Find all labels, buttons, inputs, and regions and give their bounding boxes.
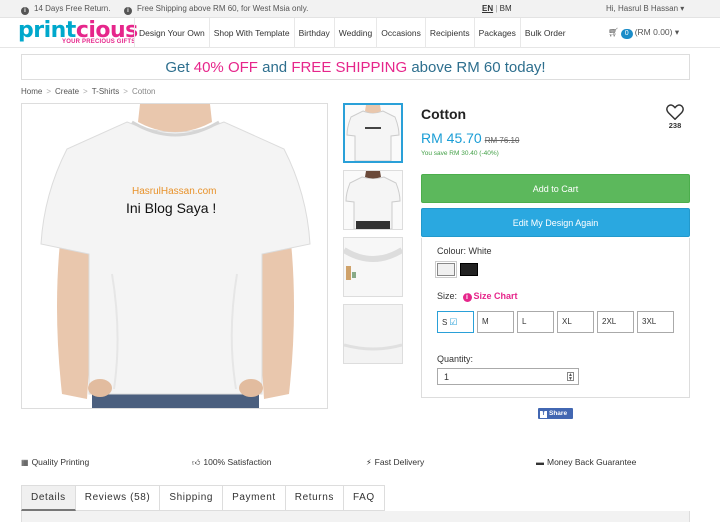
breadcrumb-create[interactable]: Create: [55, 87, 79, 96]
caret-down-icon: ▾: [680, 4, 685, 13]
free-shipping-notice: i Free Shipping above RM 60, for West Msi…: [124, 4, 308, 15]
size-option-l[interactable]: L: [517, 311, 554, 333]
size-option-m[interactable]: M: [477, 311, 514, 333]
thumbnail-back[interactable]: [343, 170, 403, 230]
money-icon: ▬: [536, 458, 544, 467]
quantity-label: Quantity:: [437, 354, 474, 364]
tab-reviews[interactable]: Reviews (58): [75, 485, 161, 511]
nav-item-design-your-own[interactable]: Design Your Own: [134, 18, 209, 48]
nav-item-packages[interactable]: Packages: [473, 18, 520, 48]
nav-item-recipients[interactable]: Recipients: [424, 18, 474, 48]
size-option-3xl[interactable]: 3XL: [637, 311, 674, 333]
size-label: Size:: [437, 291, 458, 301]
size-option-xl[interactable]: XL: [557, 311, 594, 333]
tab-payment[interactable]: Payment: [223, 485, 286, 511]
breadcrumb-home[interactable]: Home: [21, 87, 42, 96]
language-switcher: EN | BM: [482, 4, 512, 13]
caret-down-icon: ▾: [674, 27, 680, 37]
feature-money-back: ▬ Money Back Guarantee: [536, 457, 637, 467]
breadcrumb-current: Cotton: [131, 87, 156, 96]
thumbs-up-icon: 👍︎: [192, 458, 201, 467]
colour-swatch-black[interactable]: [460, 263, 478, 276]
lang-en-link[interactable]: EN: [482, 4, 493, 13]
colour-swatch-white[interactable]: [435, 261, 457, 278]
nav-menu: Design Your Own Shop With Template Birth…: [134, 18, 570, 48]
wishlist-count: 238: [668, 121, 682, 130]
cart-count-badge: 0: [620, 29, 633, 39]
info-icon: i: [21, 7, 29, 15]
tab-content-panel: [21, 511, 690, 522]
nav-item-birthday[interactable]: Birthday: [293, 18, 334, 48]
size-chart-link[interactable]: i Size Chart: [462, 291, 518, 302]
top-info-bar: i 14 Days Free Return. i Free Shipping abo…: [0, 0, 720, 18]
printcious-logo[interactable]: printcious YOUR PRECIOUS GIFTS: [18, 18, 138, 46]
quantity-input[interactable]: 1 ▲ ▼: [437, 368, 579, 385]
breadcrumb: Home > Create > T-Shirts > Cotton: [21, 87, 156, 96]
nav-item-wedding[interactable]: Wedding: [333, 18, 376, 48]
size-option-2xl[interactable]: 2XL: [597, 311, 634, 333]
original-price: RM 76.10: [484, 136, 520, 145]
info-icon: i: [462, 293, 472, 302]
feature-fast-delivery: ⚡︎ Fast Delivery: [366, 457, 425, 467]
checkbox-checked-icon: ☑: [449, 317, 458, 327]
free-return-notice: i 14 Days Free Return.: [21, 4, 110, 15]
user-menu[interactable]: Hi, Hasrul B Hassan ▾: [606, 4, 684, 13]
facebook-share-button[interactable]: f Share: [538, 408, 573, 419]
promo-banner[interactable]: Get 40% OFF and FREE SHIPPING above RM 6…: [21, 54, 690, 80]
edit-design-button[interactable]: Edit My Design Again: [421, 208, 690, 237]
info-icon: i: [124, 7, 132, 15]
thumbnail-collar-detail[interactable]: [343, 237, 403, 297]
tshirt-illustration: [40, 104, 311, 408]
nav-item-shop-with-template[interactable]: Shop With Template: [208, 18, 294, 48]
nav-item-occasions[interactable]: Occasions: [376, 18, 425, 48]
tab-faq[interactable]: FAQ: [343, 485, 385, 511]
cart-button[interactable]: 🛒︎ 0 (RM 0.00) ▾: [608, 27, 679, 39]
cart-icon: 🛒︎: [608, 27, 619, 37]
breadcrumb-tshirts[interactable]: T-Shirts: [92, 87, 120, 96]
thumbnail-front[interactable]: [343, 103, 403, 163]
tab-returns[interactable]: Returns: [285, 485, 344, 511]
facebook-icon: f: [540, 411, 547, 418]
tab-details[interactable]: Details: [21, 485, 76, 511]
main-navigation: printcious YOUR PRECIOUS GIFTS Design Yo…: [0, 18, 720, 48]
current-price: RM 45.70: [421, 130, 482, 146]
product-main-image[interactable]: HasrulHassan.com Ini Blog Saya !: [21, 103, 328, 409]
nav-item-bulk-order[interactable]: Bulk Order: [519, 18, 570, 48]
lang-bm-link[interactable]: BM: [500, 4, 512, 13]
feature-satisfaction: 👍︎ 100% Satisfaction: [192, 457, 272, 467]
product-title: Cotton: [421, 106, 467, 122]
savings-text: You save RM 30.40 (-40%): [421, 150, 499, 157]
cart-total: (RM 0.00): [634, 27, 673, 37]
colour-label: Colour: White: [437, 246, 492, 256]
feature-quality-printing: ▦ Quality Printing: [21, 457, 90, 467]
wishlist-button[interactable]: 238: [664, 104, 686, 130]
quantity-stepper[interactable]: ▲ ▼: [567, 372, 574, 382]
tab-shipping[interactable]: Shipping: [160, 485, 224, 511]
heart-icon: [666, 104, 684, 121]
product-price: RM 45.70 RM 76.10: [421, 130, 519, 146]
lightning-icon: ⚡︎: [366, 458, 372, 467]
size-row: Size: i Size Chart: [437, 291, 518, 302]
thumbnail-fabric-detail[interactable]: [343, 304, 403, 364]
design-text-website: HasrulHassan.com: [132, 186, 217, 197]
add-to-cart-button[interactable]: Add to Cart: [421, 174, 690, 203]
design-text-slogan: Ini Blog Saya !: [126, 200, 217, 216]
grid-icon: ▦: [21, 458, 29, 467]
size-option-s[interactable]: S ☑: [437, 311, 474, 333]
product-tabs: Details Reviews (58) Shipping Payment Re…: [21, 485, 385, 511]
